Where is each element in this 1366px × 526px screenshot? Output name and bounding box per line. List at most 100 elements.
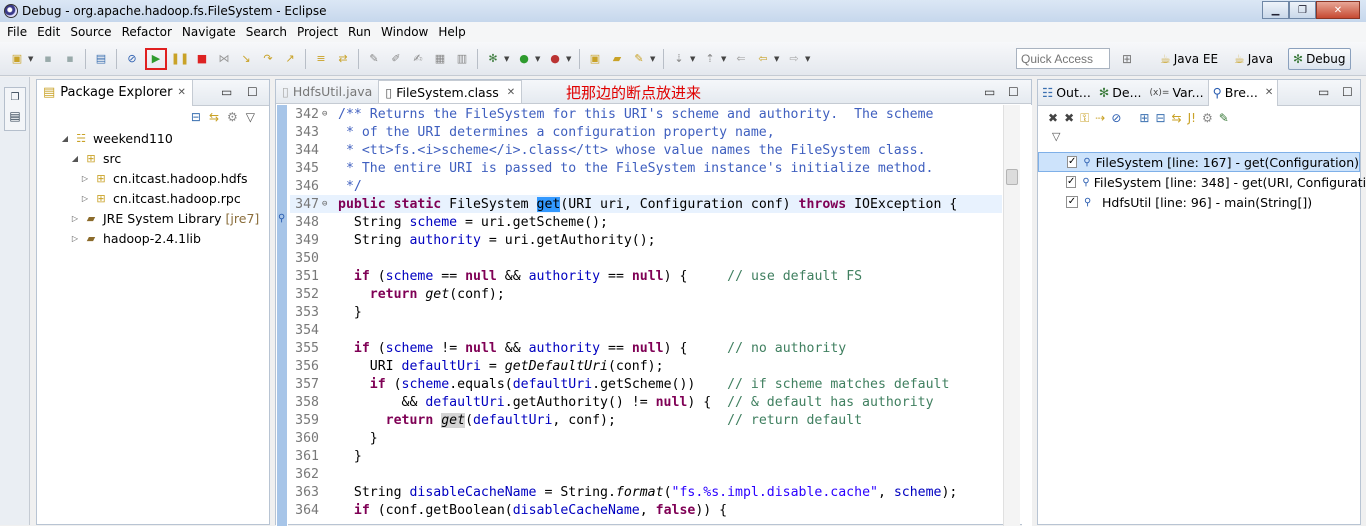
tab-package-explorer[interactable]: ▤ Package Explorer ✕ (37, 79, 193, 106)
run-icon[interactable]: ● (515, 50, 533, 68)
menu-search[interactable]: Search (241, 25, 292, 39)
use-step-filters-icon[interactable]: ⇄ (334, 50, 352, 68)
collapse-all-icon[interactable]: ⊟ (1155, 111, 1165, 125)
view-icon[interactable]: ▤ (5, 109, 25, 123)
tree-item[interactable]: ▷ ▰ hadoop-2.4.1lib (37, 228, 269, 248)
pin-icon[interactable]: ✎ (1219, 111, 1229, 125)
tab-hdfsutil-java[interactable]: ▯ HdfsUtil.java (276, 80, 378, 103)
save-icon[interactable]: ▪ (39, 50, 57, 68)
collapsed-twistie-icon[interactable]: ▷ (79, 174, 91, 183)
skip-breakpoints-icon[interactable]: ⊘ (1111, 111, 1121, 125)
minimize-view-icon[interactable]: ▭ (1318, 85, 1329, 99)
minimize-view-icon[interactable]: ▭ (221, 85, 232, 99)
quick-access-input[interactable] (1016, 48, 1110, 69)
tab-outline[interactable]: ☷ Out... (1038, 80, 1095, 106)
filter-icon[interactable]: ⚙ (227, 110, 238, 124)
open-perspective-button[interactable]: ⊞ (1122, 48, 1132, 70)
expand-all-icon[interactable]: ⊞ (1139, 111, 1149, 125)
chevron-down-icon[interactable]: ▼ (535, 55, 542, 63)
menu-help[interactable]: Help (433, 25, 470, 39)
layout-icon[interactable]: ▥ (453, 50, 471, 68)
maximize-view-icon[interactable]: ☐ (1342, 85, 1353, 99)
suspend-icon[interactable]: ❚❚ (171, 50, 189, 68)
breakpoint-checkbox[interactable]: ✓ (1067, 156, 1078, 168)
tab-debug[interactable]: ✻ De... (1095, 80, 1146, 106)
scrollbar-thumb[interactable] (1006, 169, 1018, 185)
expanded-twistie-icon[interactable]: ◢ (69, 154, 81, 163)
menu-refactor[interactable]: Refactor (117, 25, 177, 39)
link-with-editor-icon[interactable]: ⇆ (209, 110, 219, 124)
maximize-button[interactable]: ❐ (1289, 1, 1316, 19)
close-icon[interactable]: ✕ (1265, 87, 1273, 98)
tab-breakpoints[interactable]: ⚲ Bre... ✕ (1207, 79, 1279, 106)
chevron-down-icon[interactable]: ▼ (566, 55, 573, 63)
breakpoint-marker-icon[interactable]: ⚲ (278, 213, 285, 224)
collapsed-twistie-icon[interactable]: ▷ (69, 214, 81, 223)
chevron-down-icon[interactable]: ▼ (774, 55, 781, 63)
step-into-icon[interactable]: ↘ (237, 50, 255, 68)
external-tools-icon[interactable]: ● (546, 50, 564, 68)
resume-icon[interactable]: ▶ (145, 47, 167, 70)
chevron-down-icon[interactable]: ▼ (690, 55, 697, 63)
perspective-java-ee[interactable]: ☕ Java EE (1160, 48, 1218, 70)
fold-icon[interactable]: ⊖ (322, 109, 332, 119)
chevron-down-icon[interactable]: ▼ (28, 55, 35, 63)
menu-window[interactable]: Window (376, 25, 433, 39)
new-icon[interactable]: ▣ (8, 50, 26, 68)
tree-item[interactable]: ◢ ⊞ src (37, 148, 269, 168)
ant-icon[interactable]: ✐ (387, 50, 405, 68)
block-icon[interactable]: ▦ (431, 50, 449, 68)
menu-source[interactable]: Source (65, 25, 116, 39)
expanded-twistie-icon[interactable]: ◢ (59, 134, 71, 143)
view-menu-icon[interactable]: ▽ (246, 110, 255, 124)
menu-edit[interactable]: Edit (32, 25, 65, 39)
open-folder-icon[interactable]: ▰ (608, 50, 626, 68)
console-icon[interactable]: ▤ (92, 50, 110, 68)
minimize-editor-icon[interactable]: ▭ (984, 85, 995, 99)
next-annotation-icon[interactable]: ⇣ (670, 50, 688, 68)
search-icon[interactable]: ✎ (630, 50, 648, 68)
breakpoint-item[interactable]: ✓ ⚲ HdfsUtil [line: 96] - main(String[]) (1038, 192, 1360, 212)
menu-run[interactable]: Run (343, 25, 376, 39)
toggle-mark-icon[interactable]: ✎ (365, 50, 383, 68)
perspective-java[interactable]: ☕ Java (1234, 48, 1273, 70)
maximize-editor-icon[interactable]: ☐ (1008, 85, 1019, 99)
new-package-icon[interactable]: ▣ (586, 50, 604, 68)
pen-icon[interactable]: ✍ (409, 50, 427, 68)
breakpoint-checkbox[interactable]: ✓ (1066, 176, 1077, 188)
collapsed-twistie-icon[interactable]: ▷ (79, 194, 91, 203)
chevron-down-icon[interactable]: ▼ (805, 55, 812, 63)
collapsed-twistie-icon[interactable]: ▷ (69, 234, 81, 243)
chevron-down-icon[interactable]: ▼ (504, 55, 511, 63)
close-button[interactable]: ✕ (1316, 1, 1360, 19)
back-icon[interactable]: ⇦ (754, 50, 772, 68)
gear-icon[interactable]: ⚙ (1202, 111, 1213, 125)
menu-file[interactable]: File (2, 25, 32, 39)
breakpoint-checkbox[interactable]: ✓ (1066, 196, 1078, 208)
perspective-debug[interactable]: ✻ Debug (1288, 48, 1351, 70)
java-exception-breakpoint-icon[interactable]: J! (1188, 111, 1196, 125)
close-icon[interactable]: ✕ (177, 87, 185, 98)
breakpoint-item[interactable]: ✓ ⚲ FileSystem [line: 167] - get(Configura… (1038, 152, 1360, 172)
step-over-icon[interactable]: ↷ (259, 50, 277, 68)
drop-to-frame-icon[interactable]: ≡ (312, 50, 330, 68)
link-with-debug-icon[interactable]: ⇆ (1172, 111, 1182, 125)
chevron-down-icon[interactable]: ▼ (650, 55, 657, 63)
remove-breakpoint-icon[interactable]: ✖ (1048, 111, 1058, 125)
view-menu-icon[interactable]: ▽ (1038, 130, 1360, 150)
chevron-down-icon[interactable]: ▼ (721, 55, 728, 63)
show-breakpoints-icon[interactable]: ⚿ (1080, 111, 1089, 126)
tree-item[interactable]: ◢ ☵ weekend110 (37, 128, 269, 148)
breakpoint-item[interactable]: ✓ ⚲ FileSystem [line: 348] - get(URI, Conf… (1038, 172, 1366, 192)
skip-breakpoints-icon[interactable]: ⊘ (123, 50, 141, 68)
maximize-view-icon[interactable]: ☐ (247, 85, 258, 99)
close-icon[interactable]: ✕ (507, 87, 515, 98)
tab-filesystem-class[interactable]: ▯ FileSystem.class ✕ (378, 80, 523, 103)
tree-item[interactable]: ▷ ▰ JRE System Library [jre7] (37, 208, 269, 228)
terminate-icon[interactable]: ■ (193, 50, 211, 68)
last-edit-icon[interactable]: ⇐ (732, 50, 750, 68)
menu-navigate[interactable]: Navigate (177, 25, 241, 39)
save-all-icon[interactable]: ▪ (61, 50, 79, 68)
fold-icon[interactable]: ⊖ (322, 199, 332, 209)
forward-icon[interactable]: ⇨ (785, 50, 803, 68)
